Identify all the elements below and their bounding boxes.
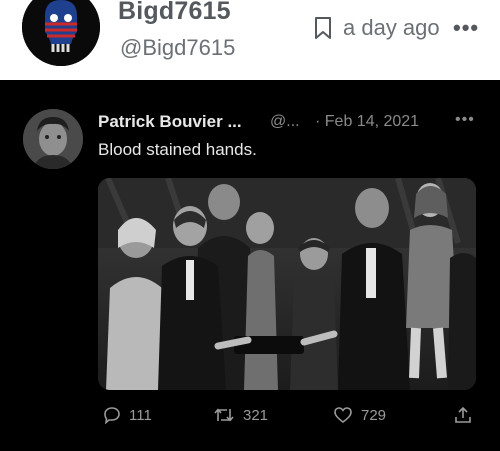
swearing-in-photo [98, 178, 476, 390]
like-count: 729 [361, 406, 387, 424]
reply-count: 111 [129, 406, 152, 424]
share-action[interactable] [454, 406, 472, 424]
author-avatar[interactable] [22, 0, 100, 66]
tweet-author-handle: @... [270, 113, 300, 130]
author-display-name[interactable]: Bigd7615 [118, 0, 231, 26]
tweet-more-icon: ••• [455, 111, 475, 128]
tweet-date: · Feb 14, 2021 [315, 113, 420, 130]
tweet-text: Blood stained hands. [98, 140, 257, 159]
bookmark-icon[interactable] [314, 16, 332, 40]
post-screen: Bigd7615 @Bigd7615 a day ago ••• Patrick… [0, 0, 500, 451]
share-icon [455, 407, 471, 423]
retweet-action[interactable]: 321 [213, 406, 268, 424]
tweet-photo [98, 178, 476, 390]
punisher-skull-flag-icon [22, 0, 100, 66]
post-timestamp: a day ago [343, 15, 440, 40]
reply-icon [104, 407, 120, 424]
reply-action[interactable]: 111 [103, 406, 152, 424]
author-handle[interactable]: @Bigd7615 [120, 35, 235, 61]
boy-portrait-icon [23, 109, 83, 169]
post-header: Bigd7615 @Bigd7615 a day ago ••• [0, 0, 500, 78]
retweet-count: 321 [243, 406, 269, 424]
embedded-tweet-image[interactable]: Patrick Bouvier ... @... · Feb 14, 2021 … [0, 80, 500, 451]
tweet-author-name: Patrick Bouvier ... [98, 112, 242, 131]
more-options-icon[interactable]: ••• [453, 15, 479, 41]
like-action[interactable]: 729 [333, 406, 386, 424]
retweet-icon [214, 408, 234, 422]
tweet-author-avatar [23, 109, 83, 169]
heart-icon [334, 407, 352, 424]
